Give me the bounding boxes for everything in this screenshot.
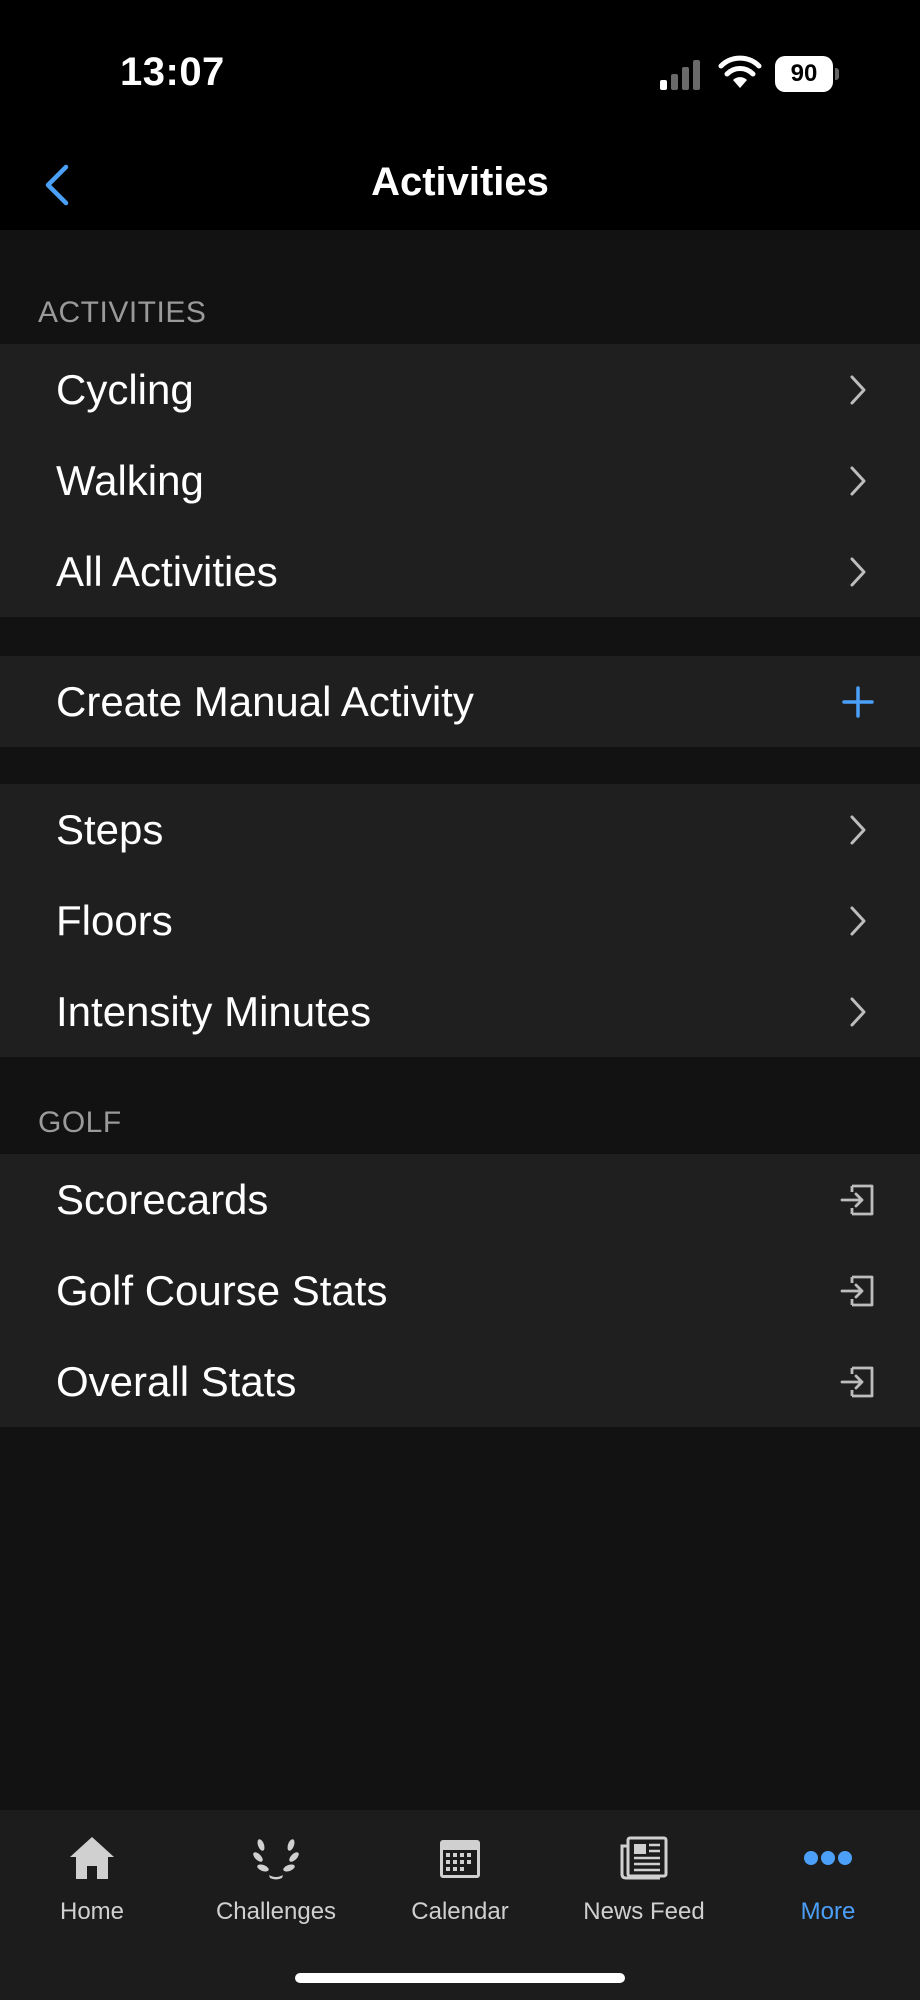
- navigation-bar: Activities: [0, 140, 920, 230]
- page-title: Activities: [371, 160, 549, 204]
- section-header-golf: GOLF: [38, 1106, 122, 1139]
- row-label: Scorecards: [56, 1175, 269, 1223]
- external-link-icon: [838, 1271, 878, 1311]
- battery-indicator: 90: [775, 56, 839, 92]
- chevron-right-icon: [838, 992, 878, 1032]
- metrics-group: Steps Floors Intensity Minutes: [0, 784, 920, 1057]
- tab-calendar[interactable]: Calendar: [368, 1830, 552, 1940]
- row-label: Walking: [56, 456, 204, 504]
- section-header-activities: ACTIVITIES: [38, 296, 207, 329]
- cellular-signal-icon: [660, 60, 700, 90]
- row-scorecards[interactable]: Scorecards: [0, 1154, 920, 1245]
- row-floors[interactable]: Floors: [0, 875, 920, 966]
- laurel-icon: [184, 1830, 368, 1886]
- status-bar: 13:07 90: [0, 0, 920, 140]
- row-label: Steps: [56, 805, 164, 853]
- tab-challenges[interactable]: Challenges: [184, 1830, 368, 1940]
- tab-label: News Feed: [583, 1898, 705, 1925]
- row-label: Create Manual Activity: [56, 677, 474, 725]
- calendar-icon: [368, 1830, 552, 1886]
- wifi-icon: [718, 55, 762, 88]
- row-label: Floors: [56, 896, 173, 944]
- row-label: All Activities: [56, 547, 278, 595]
- row-label: Intensity Minutes: [56, 987, 372, 1035]
- home-indicator[interactable]: [295, 1973, 625, 1983]
- tab-label: Challenges: [215, 1898, 337, 1925]
- battery-cap: [835, 68, 839, 80]
- row-label: Golf Course Stats: [56, 1266, 388, 1314]
- chevron-right-icon: [838, 810, 878, 850]
- row-cycling[interactable]: Cycling: [0, 344, 920, 435]
- tab-label: Calendar: [411, 1898, 509, 1925]
- status-time: 13:07: [120, 50, 225, 94]
- tab-label: More: [800, 1898, 856, 1925]
- row-golf-course-stats[interactable]: Golf Course Stats: [0, 1245, 920, 1336]
- newspaper-icon: [552, 1830, 736, 1886]
- chevron-right-icon: [838, 461, 878, 501]
- tab-home[interactable]: Home: [0, 1830, 184, 1940]
- row-intensity-minutes[interactable]: Intensity Minutes: [0, 966, 920, 1057]
- row-all-activities[interactable]: All Activities: [0, 526, 920, 617]
- battery-level: 90: [775, 56, 833, 92]
- tab-news-feed[interactable]: News Feed: [552, 1830, 736, 1940]
- chevron-right-icon: [838, 552, 878, 592]
- row-label: Overall Stats: [56, 1357, 297, 1405]
- plus-icon: [838, 682, 878, 722]
- tab-more[interactable]: More: [736, 1830, 920, 1940]
- tab-label: Home: [59, 1898, 125, 1925]
- external-link-icon: [838, 1362, 878, 1402]
- external-link-icon: [838, 1180, 878, 1220]
- row-steps[interactable]: Steps: [0, 784, 920, 875]
- row-create-manual-activity[interactable]: Create Manual Activity: [0, 656, 920, 747]
- golf-group: Scorecards Golf Course Stats Overall Sta…: [0, 1154, 920, 1427]
- activities-group: Cycling Walking All Activities: [0, 344, 920, 617]
- more-dots-icon: [736, 1830, 920, 1886]
- home-icon: [0, 1830, 184, 1886]
- row-overall-stats[interactable]: Overall Stats: [0, 1336, 920, 1427]
- chevron-right-icon: [838, 901, 878, 941]
- tab-bar: Home Challenges Calendar News Feed More: [0, 1810, 920, 2000]
- row-walking[interactable]: Walking: [0, 435, 920, 526]
- chevron-right-icon: [838, 370, 878, 410]
- manual-activity-group: Create Manual Activity: [0, 656, 920, 747]
- row-label: Cycling: [56, 365, 194, 413]
